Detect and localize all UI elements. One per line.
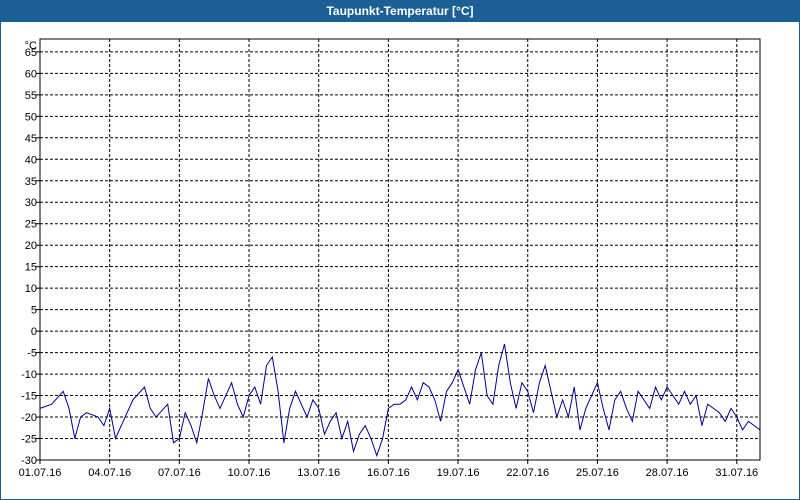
y-tick-label: 15 (25, 262, 37, 274)
x-tick-label: 19.07.16 (437, 467, 480, 479)
y-tick-label: -30 (21, 455, 37, 467)
y-tick-label: 30 (25, 197, 37, 209)
dew-point-chart: 65605550454035302520151050-5-10-15-20-25… (19, 38, 761, 479)
plot-area (39, 38, 761, 461)
y-tick-label: -5 (27, 348, 37, 360)
x-tick-label: 04.07.16 (88, 467, 131, 479)
x-axis-ticks: 01.07.16 04.07.16 07.07.16 10.07.16 13.07.16… (19, 460, 758, 479)
y-tick-label: 0 (31, 326, 37, 338)
y-tick-label: 10 (25, 283, 37, 295)
y-tick-label: 20 (25, 240, 37, 252)
y-tick-label: -20 (21, 412, 37, 424)
y-axis-ticks: 65605550454035302520151050-5-10-15-20-25… (21, 47, 40, 467)
y-tick-label: -10 (21, 369, 37, 381)
y-tick-label: 5 (31, 305, 37, 317)
x-tick-label: 10.07.16 (228, 467, 271, 479)
x-tick-label: 22.07.16 (506, 467, 549, 479)
x-tick-label: 31.07.16 (715, 467, 758, 479)
x-tick-label: 13.07.16 (297, 467, 340, 479)
y-tick-label: 55 (25, 90, 37, 102)
x-tick-label: 28.07.16 (646, 467, 689, 479)
x-tick-label: 07.07.16 (158, 467, 201, 479)
x-tick-label: 01.07.16 (19, 467, 62, 479)
x-tick-label: 16.07.16 (367, 467, 410, 479)
y-tick-label: -15 (21, 391, 37, 403)
y-tick-label: 40 (25, 154, 37, 166)
x-tick-label: 25.07.16 (576, 467, 619, 479)
y-tick-label: 50 (25, 111, 37, 123)
y-tick-label: 45 (25, 133, 37, 145)
y-tick-label: 60 (25, 68, 37, 80)
y-tick-label: -25 (21, 434, 37, 446)
y-tick-label: 35 (25, 176, 37, 188)
y-axis-unit-label: °C (25, 40, 37, 52)
y-tick-label: 25 (25, 219, 37, 231)
